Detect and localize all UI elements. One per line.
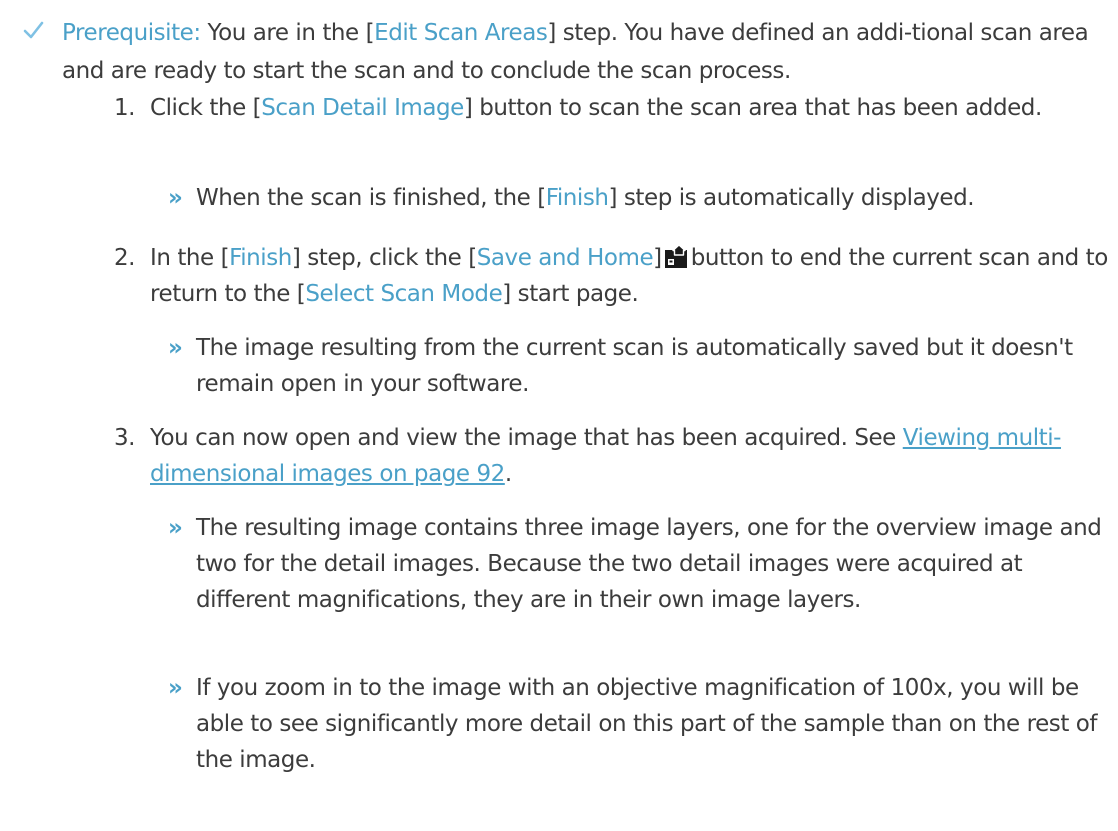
select-scan-mode-ref: Select Scan Mode	[305, 281, 503, 307]
result-marker: »	[168, 675, 183, 701]
step-text-part: ] start page.	[502, 281, 639, 307]
step-text: Click the [Scan Detail Image] button to …	[150, 90, 1114, 126]
finish-ref: Finish	[545, 185, 609, 211]
result-marker: »	[168, 335, 183, 361]
step-1: 1. Click the [Scan Detail Image] button …	[114, 90, 1114, 126]
step-text: You can now open and view the image that…	[150, 420, 1114, 492]
step-text: In the [Finish] step, click the [Save an…	[150, 240, 1114, 312]
prerequisite-label: Prerequisite:	[62, 20, 201, 46]
prerequisite: Prerequisite: You are in the [Edit Scan …	[22, 14, 1112, 90]
step-3: 3. You can now open and view the image t…	[114, 420, 1114, 492]
step-text-part: You can now open and view the image that…	[150, 425, 903, 451]
result-text: When the scan is finished, the [Finish] …	[196, 180, 1113, 216]
prerequisite-text: Prerequisite: You are in the [Edit Scan …	[62, 14, 1112, 90]
result-text-part: ] step is automatically displayed.	[608, 185, 975, 211]
edit-scan-areas-ref: Edit Scan Areas	[374, 20, 548, 46]
result-4: » If you zoom in to the image with an ob…	[168, 670, 1113, 778]
step-2: 2. In the [Finish] step, click the [Save…	[114, 240, 1114, 312]
save-and-home-icon	[664, 244, 687, 268]
result-1: » When the scan is finished, the [Finish…	[168, 180, 1113, 216]
save-and-home-ref: Save and Home	[476, 245, 654, 271]
finish-ref: Finish	[229, 245, 292, 271]
checkmark-icon	[23, 21, 44, 39]
result-3: » The resulting image contains three ima…	[168, 510, 1113, 618]
prerequisite-text-part: You are in the [	[200, 20, 375, 46]
step-text-part: .	[504, 461, 512, 487]
step-number: 3.	[114, 425, 136, 451]
step-text-part: ]	[653, 245, 662, 271]
step-text-part: ] step, click the [	[291, 245, 477, 271]
result-text: The image resulting from the current sca…	[196, 335, 1073, 397]
result-marker: »	[168, 185, 183, 211]
step-number: 1.	[114, 95, 136, 121]
scan-detail-image-ref: Scan Detail Image	[261, 95, 464, 121]
result-text: If you zoom in to the image with an obje…	[196, 675, 1098, 773]
step-text-part: In the [	[150, 245, 230, 271]
result-text-part: When the scan is finished, the [	[196, 185, 546, 211]
step-text-part: Click the [	[150, 95, 262, 121]
step-text-part: ] button to scan the scan area that has …	[463, 95, 1042, 121]
step-number: 2.	[114, 245, 136, 271]
result-text: The resulting image contains three image…	[196, 515, 1102, 613]
result-2: » The image resulting from the current s…	[168, 330, 1113, 402]
result-marker: »	[168, 515, 183, 541]
